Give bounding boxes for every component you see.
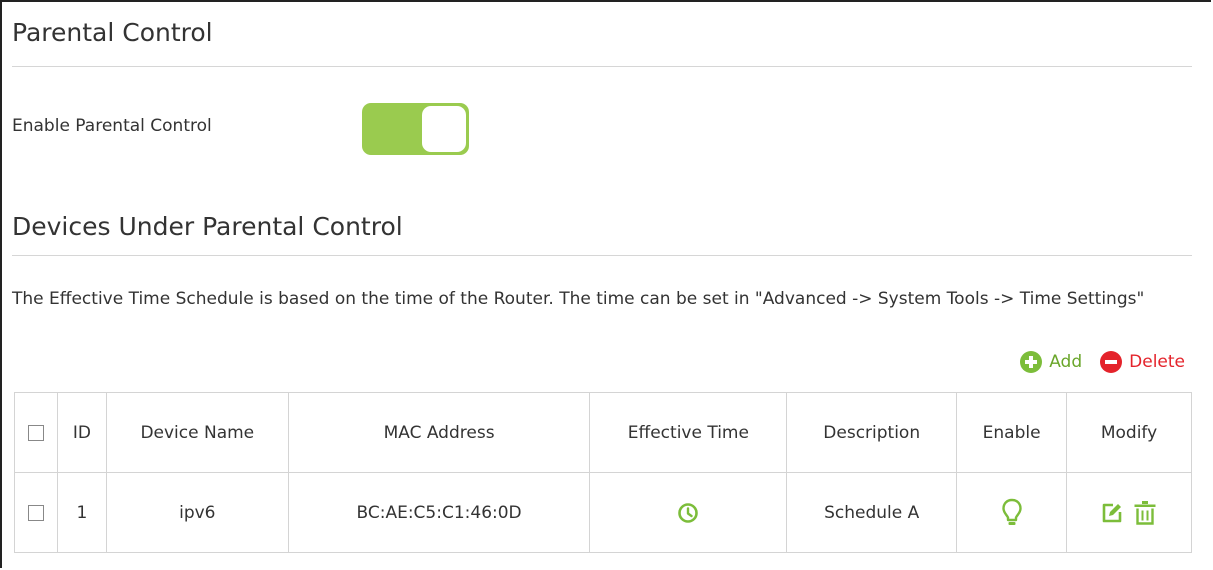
header-mac-address: MAC Address xyxy=(287,392,591,473)
header-modify: Modify xyxy=(1066,392,1192,473)
bulb-icon[interactable] xyxy=(1001,498,1023,528)
cell-mac-address: BC:AE:C5:C1:46:0D xyxy=(287,472,591,553)
devices-divider xyxy=(12,255,1192,256)
minus-circle-icon xyxy=(1100,351,1123,373)
trash-icon[interactable] xyxy=(1133,500,1157,526)
table-row: 1 ipv6 BC:AE:C5:C1:46:0D Schedule A xyxy=(14,472,1192,553)
table-header-row: ID Device Name MAC Address Effective Tim… xyxy=(14,392,1192,473)
enable-parental-control-toggle[interactable] xyxy=(362,103,469,155)
cell-id: 1 xyxy=(56,472,107,553)
devices-table: ID Device Name MAC Address Effective Tim… xyxy=(14,392,1192,553)
time-schedule-note: The Effective Time Schedule is based on … xyxy=(12,289,1145,309)
cell-modify xyxy=(1066,472,1192,553)
cell-device-name: ipv6 xyxy=(105,472,289,553)
delete-button[interactable]: Delete xyxy=(1100,351,1185,373)
enable-parental-control-label: Enable Parental Control xyxy=(12,116,212,136)
row-select-cell xyxy=(14,472,58,553)
header-device-name: Device Name xyxy=(105,392,289,473)
edit-icon[interactable] xyxy=(1101,502,1123,524)
plus-circle-icon xyxy=(1020,351,1043,373)
devices-section-title: Devices Under Parental Control xyxy=(12,212,403,241)
clock-icon[interactable] xyxy=(677,502,699,524)
select-all-cell xyxy=(14,392,58,473)
header-effective-time: Effective Time xyxy=(589,392,788,473)
header-enable: Enable xyxy=(956,392,1068,473)
add-button[interactable]: Add xyxy=(1020,351,1082,373)
cell-enable xyxy=(956,472,1068,553)
delete-label: Delete xyxy=(1129,352,1185,372)
toggle-knob xyxy=(422,106,466,152)
title-divider xyxy=(12,66,1192,67)
header-id: ID xyxy=(56,392,107,473)
select-all-checkbox[interactable] xyxy=(27,424,44,441)
row-checkbox[interactable] xyxy=(27,504,44,521)
cell-description: Schedule A xyxy=(786,472,958,553)
header-description: Description xyxy=(786,392,958,473)
parental-control-title: Parental Control xyxy=(12,18,213,47)
table-actions: Add Delete xyxy=(1020,351,1185,373)
cell-effective-time xyxy=(589,472,788,553)
add-label: Add xyxy=(1049,352,1083,372)
